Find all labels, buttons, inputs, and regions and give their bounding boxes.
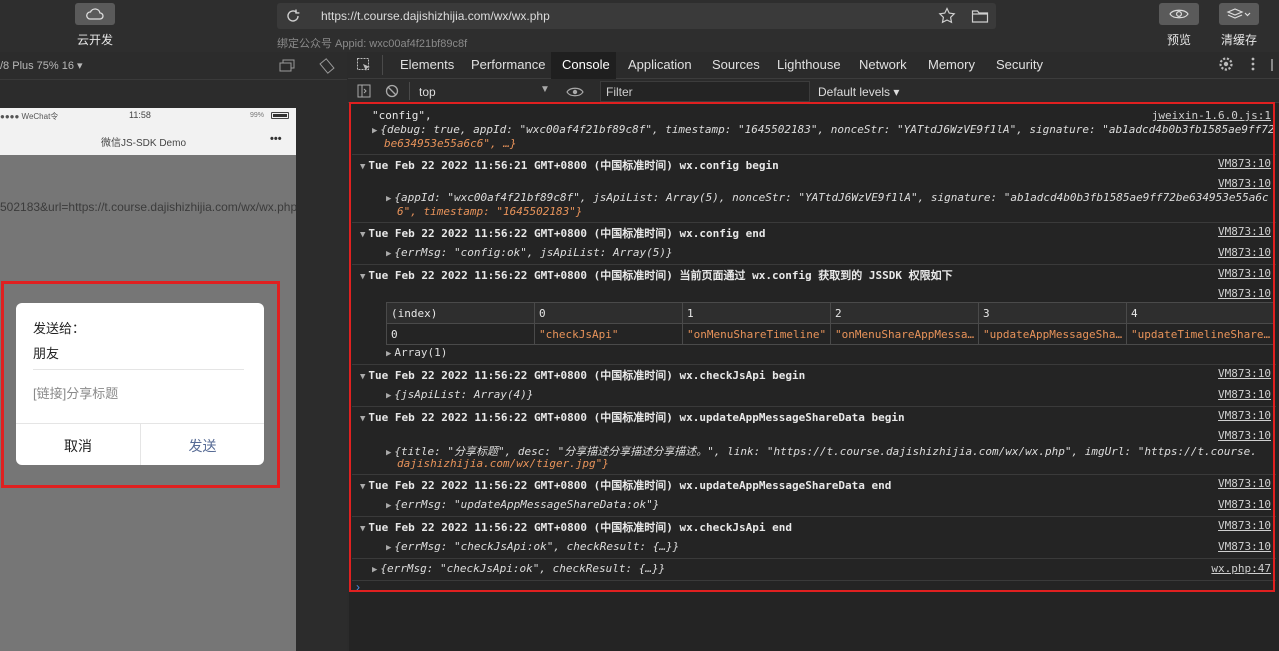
tab-network[interactable]: Network <box>859 57 907 72</box>
appid-line: 绑定公众号 Appid: wxc00af4f21bf89c8f <box>277 38 468 50</box>
cancel-button[interactable]: 取消 <box>16 436 140 456</box>
tab-separator <box>382 55 383 75</box>
battery-icon <box>271 112 289 119</box>
url-fragment: 502183&url=https://t.course.dajishizhiji… <box>0 200 296 214</box>
filter-separator <box>409 82 410 100</box>
panel-edge-icon <box>1271 59 1279 71</box>
refresh-icon[interactable] <box>285 8 301 29</box>
layers-icon <box>1219 3 1259 25</box>
preview-label: 预览 <box>1166 33 1191 47</box>
window-icon[interactable] <box>279 59 295 78</box>
inspect-icon[interactable] <box>356 57 372 78</box>
chevron-down-icon[interactable]: ▼ <box>540 84 550 95</box>
tab-performance[interactable]: Performance <box>471 57 545 72</box>
status-carrier: ●●●● WeChat令 <box>0 112 59 121</box>
tab-elements[interactable]: Elements <box>400 57 454 72</box>
device-selector[interactable]: /8 Plus 75% 16 ▾ <box>0 59 83 72</box>
clear-console-icon[interactable] <box>385 84 399 103</box>
sidebar-toggle-icon[interactable] <box>357 84 371 103</box>
dialog-divider <box>33 369 244 370</box>
url-text[interactable]: https://t.course.dajishizhijia.com/wx/wx… <box>321 9 550 23</box>
status-battery-text: 99% <box>250 112 265 119</box>
recipient-name: 朋友 <box>33 346 60 361</box>
status-time: 11:58 <box>129 110 151 120</box>
clear-cache-label: 清缓存 <box>1220 33 1257 47</box>
tab-security[interactable]: Security <box>996 57 1043 72</box>
tab-console[interactable]: Console <box>562 57 610 72</box>
tab-application[interactable]: Application <box>628 57 692 72</box>
star-icon[interactable] <box>938 7 956 30</box>
cloud-icon <box>75 3 115 25</box>
cloud-dev-label: 云开发 <box>76 33 113 47</box>
send-to-label: 发送给： <box>33 321 86 336</box>
more-icon[interactable]: ••• <box>270 133 282 145</box>
link-title: [链接]分享标题 <box>33 386 119 401</box>
folder-icon[interactable] <box>971 8 989 29</box>
preview-button[interactable]: 预览 <box>1159 3 1199 48</box>
tab-memory[interactable]: Memory <box>928 57 975 72</box>
rotate-icon[interactable] <box>319 58 335 79</box>
clear-cache-button[interactable]: 清缓存 <box>1219 3 1259 48</box>
log-levels-dropdown[interactable]: Default levels ▾ <box>818 85 899 99</box>
kebab-menu-icon[interactable] <box>1250 56 1256 77</box>
console-filter-bar <box>348 80 1279 103</box>
nav-title: 微信JS-SDK Demo <box>101 138 187 149</box>
filter-placeholder: Filter <box>606 85 633 99</box>
send-button[interactable]: 发送 <box>141 436 264 456</box>
eye-icon <box>1159 3 1199 25</box>
tab-lighthouse[interactable]: Lighthouse <box>777 57 841 72</box>
gear-icon[interactable] <box>1218 56 1234 77</box>
tab-sources[interactable]: Sources <box>712 57 760 72</box>
eye-toggle-icon[interactable] <box>566 85 584 103</box>
context-selector[interactable]: top <box>419 85 436 99</box>
cloud-dev-button[interactable]: 云开发 <box>75 3 115 48</box>
highlight-box-console <box>349 102 1275 592</box>
